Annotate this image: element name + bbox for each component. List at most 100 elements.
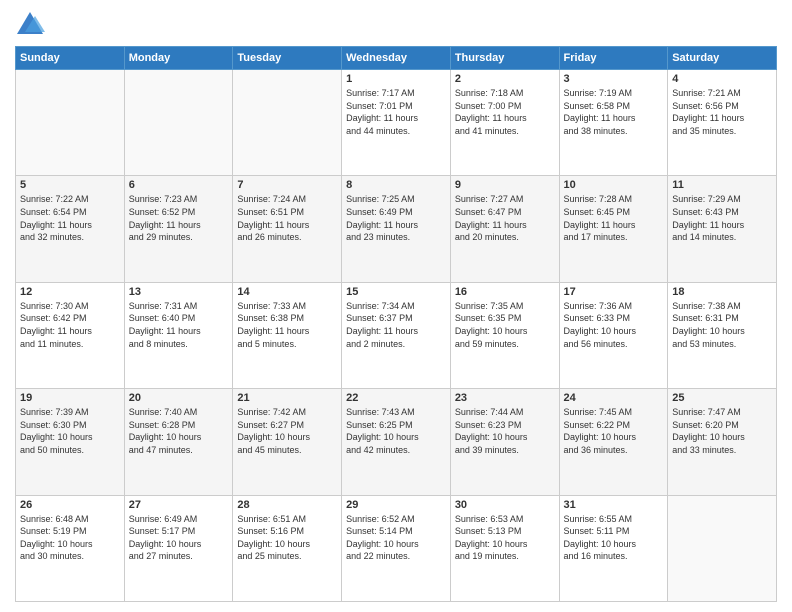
calendar-cell: 25 Sunrise: 7:47 AM Sunset: 6:20 PM Dayli… — [668, 389, 777, 495]
calendar-cell: 5Sunrise: 7:22 AM Sunset: 6:54 PM Daylig… — [16, 176, 125, 282]
calendar-cell: 15Sunrise: 7:34 AM Sunset: 6:37 PM Dayli… — [342, 282, 451, 388]
calendar-cell: 19 Sunrise: 7:39 AM Sunset: 6:30 PM Dayli… — [16, 389, 125, 495]
day-info: Sunrise: 7:34 AM Sunset: 6:37 PM Dayligh… — [346, 300, 446, 350]
day-info: Sunrise: 7:43 AM Sunset: 6:25 PM Dayligh… — [346, 406, 446, 456]
day-number: 17 — [564, 286, 664, 298]
weekday-header-friday: Friday — [559, 47, 668, 70]
calendar-cell: 17 Sunrise: 7:36 AM Sunset: 6:33 PM Dayli… — [559, 282, 668, 388]
day-number: 13 — [129, 286, 229, 298]
header — [15, 10, 777, 38]
day-info: Sunrise: 7:25 AM Sunset: 6:49 PM Dayligh… — [346, 193, 446, 243]
day-info: Sunrise: 7:42 AM Sunset: 6:27 PM Dayligh… — [237, 406, 337, 456]
calendar-cell: 12Sunrise: 7:30 AM Sunset: 6:42 PM Dayli… — [16, 282, 125, 388]
day-number: 28 — [237, 499, 337, 511]
day-number: 25 — [672, 392, 772, 404]
week-row-1: 1 Sunrise: 7:17 AM Sunset: 7:01 PM Daylig… — [16, 70, 777, 176]
day-info: Sunrise: 7:21 AM Sunset: 6:56 PM Dayligh… — [672, 87, 772, 137]
day-info: Sunrise: 7:47 AM Sunset: 6:20 PM Dayligh… — [672, 406, 772, 456]
day-number: 26 — [20, 499, 120, 511]
calendar-cell: 10Sunrise: 7:28 AM Sunset: 6:45 PM Dayli… — [559, 176, 668, 282]
calendar-cell — [124, 70, 233, 176]
calendar-cell: 22 Sunrise: 7:43 AM Sunset: 6:25 PM Dayli… — [342, 389, 451, 495]
day-info: Sunrise: 7:18 AM Sunset: 7:00 PM Dayligh… — [455, 87, 555, 137]
weekday-header-row: SundayMondayTuesdayWednesdayThursdayFrid… — [16, 47, 777, 70]
day-number: 30 — [455, 499, 555, 511]
day-number: 22 — [346, 392, 446, 404]
day-info: Sunrise: 7:24 AM Sunset: 6:51 PM Dayligh… — [237, 193, 337, 243]
day-info: Sunrise: 7:33 AM Sunset: 6:38 PM Dayligh… — [237, 300, 337, 350]
calendar-cell: 21 Sunrise: 7:42 AM Sunset: 6:27 PM Dayli… — [233, 389, 342, 495]
week-row-4: 19 Sunrise: 7:39 AM Sunset: 6:30 PM Dayli… — [16, 389, 777, 495]
calendar-cell: 16 Sunrise: 7:35 AM Sunset: 6:35 PM Dayli… — [450, 282, 559, 388]
day-info: Sunrise: 7:22 AM Sunset: 6:54 PM Dayligh… — [20, 193, 120, 243]
day-info: Sunrise: 6:48 AM Sunset: 5:19 PM Dayligh… — [20, 513, 120, 563]
day-number: 12 — [20, 286, 120, 298]
calendar-cell: 6 Sunrise: 7:23 AM Sunset: 6:52 PM Daylig… — [124, 176, 233, 282]
day-number: 19 — [20, 392, 120, 404]
week-row-5: 26 Sunrise: 6:48 AM Sunset: 5:19 PM Dayli… — [16, 495, 777, 601]
day-number: 18 — [672, 286, 772, 298]
day-info: Sunrise: 7:17 AM Sunset: 7:01 PM Dayligh… — [346, 87, 446, 137]
calendar-cell: 1 Sunrise: 7:17 AM Sunset: 7:01 PM Daylig… — [342, 70, 451, 176]
day-number: 1 — [346, 73, 446, 85]
weekday-header-saturday: Saturday — [668, 47, 777, 70]
calendar-cell: 28 Sunrise: 6:51 AM Sunset: 5:16 PM Dayli… — [233, 495, 342, 601]
calendar-cell: 27 Sunrise: 6:49 AM Sunset: 5:17 PM Dayli… — [124, 495, 233, 601]
calendar-cell: 18 Sunrise: 7:38 AM Sunset: 6:31 PM Dayli… — [668, 282, 777, 388]
day-info: Sunrise: 6:51 AM Sunset: 5:16 PM Dayligh… — [237, 513, 337, 563]
day-info: Sunrise: 7:23 AM Sunset: 6:52 PM Dayligh… — [129, 193, 229, 243]
logo — [15, 10, 49, 38]
day-info: Sunrise: 6:55 AM Sunset: 5:11 PM Dayligh… — [564, 513, 664, 563]
day-number: 29 — [346, 499, 446, 511]
calendar-cell: 2 Sunrise: 7:18 AM Sunset: 7:00 PM Daylig… — [450, 70, 559, 176]
day-info: Sunrise: 7:39 AM Sunset: 6:30 PM Dayligh… — [20, 406, 120, 456]
day-number: 24 — [564, 392, 664, 404]
calendar-cell — [668, 495, 777, 601]
calendar-cell: 11 Sunrise: 7:29 AM Sunset: 6:43 PM Dayli… — [668, 176, 777, 282]
logo-icon — [15, 10, 45, 38]
day-number: 23 — [455, 392, 555, 404]
day-info: Sunrise: 7:27 AM Sunset: 6:47 PM Dayligh… — [455, 193, 555, 243]
day-info: Sunrise: 7:45 AM Sunset: 6:22 PM Dayligh… — [564, 406, 664, 456]
week-row-3: 12Sunrise: 7:30 AM Sunset: 6:42 PM Dayli… — [16, 282, 777, 388]
day-number: 7 — [237, 179, 337, 191]
day-info: Sunrise: 7:40 AM Sunset: 6:28 PM Dayligh… — [129, 406, 229, 456]
weekday-header-thursday: Thursday — [450, 47, 559, 70]
day-info: Sunrise: 7:38 AM Sunset: 6:31 PM Dayligh… — [672, 300, 772, 350]
day-info: Sunrise: 7:35 AM Sunset: 6:35 PM Dayligh… — [455, 300, 555, 350]
calendar-cell: 29Sunrise: 6:52 AM Sunset: 5:14 PM Dayli… — [342, 495, 451, 601]
day-number: 16 — [455, 286, 555, 298]
calendar-cell — [16, 70, 125, 176]
day-info: Sunrise: 7:44 AM Sunset: 6:23 PM Dayligh… — [455, 406, 555, 456]
calendar-cell: 3Sunrise: 7:19 AM Sunset: 6:58 PM Daylig… — [559, 70, 668, 176]
weekday-header-monday: Monday — [124, 47, 233, 70]
calendar-cell: 8 Sunrise: 7:25 AM Sunset: 6:49 PM Daylig… — [342, 176, 451, 282]
week-row-2: 5Sunrise: 7:22 AM Sunset: 6:54 PM Daylig… — [16, 176, 777, 282]
day-number: 6 — [129, 179, 229, 191]
day-number: 8 — [346, 179, 446, 191]
day-number: 14 — [237, 286, 337, 298]
calendar-table: SundayMondayTuesdayWednesdayThursdayFrid… — [15, 46, 777, 602]
day-number: 31 — [564, 499, 664, 511]
day-number: 2 — [455, 73, 555, 85]
calendar-cell: 30 Sunrise: 6:53 AM Sunset: 5:13 PM Dayli… — [450, 495, 559, 601]
day-number: 9 — [455, 179, 555, 191]
weekday-header-wednesday: Wednesday — [342, 47, 451, 70]
page: SundayMondayTuesdayWednesdayThursdayFrid… — [0, 0, 792, 612]
day-info: Sunrise: 7:29 AM Sunset: 6:43 PM Dayligh… — [672, 193, 772, 243]
calendar-cell: 24 Sunrise: 7:45 AM Sunset: 6:22 PM Dayli… — [559, 389, 668, 495]
day-number: 27 — [129, 499, 229, 511]
day-info: Sunrise: 7:19 AM Sunset: 6:58 PM Dayligh… — [564, 87, 664, 137]
day-number: 21 — [237, 392, 337, 404]
day-info: Sunrise: 6:49 AM Sunset: 5:17 PM Dayligh… — [129, 513, 229, 563]
calendar-cell: 7 Sunrise: 7:24 AM Sunset: 6:51 PM Daylig… — [233, 176, 342, 282]
day-info: Sunrise: 7:36 AM Sunset: 6:33 PM Dayligh… — [564, 300, 664, 350]
day-info: Sunrise: 7:28 AM Sunset: 6:45 PM Dayligh… — [564, 193, 664, 243]
calendar-cell: 31 Sunrise: 6:55 AM Sunset: 5:11 PM Dayli… — [559, 495, 668, 601]
day-info: Sunrise: 6:53 AM Sunset: 5:13 PM Dayligh… — [455, 513, 555, 563]
calendar-cell — [233, 70, 342, 176]
day-number: 11 — [672, 179, 772, 191]
calendar-cell: 4Sunrise: 7:21 AM Sunset: 6:56 PM Daylig… — [668, 70, 777, 176]
calendar-cell: 20Sunrise: 7:40 AM Sunset: 6:28 PM Dayli… — [124, 389, 233, 495]
calendar-cell: 13Sunrise: 7:31 AM Sunset: 6:40 PM Dayli… — [124, 282, 233, 388]
